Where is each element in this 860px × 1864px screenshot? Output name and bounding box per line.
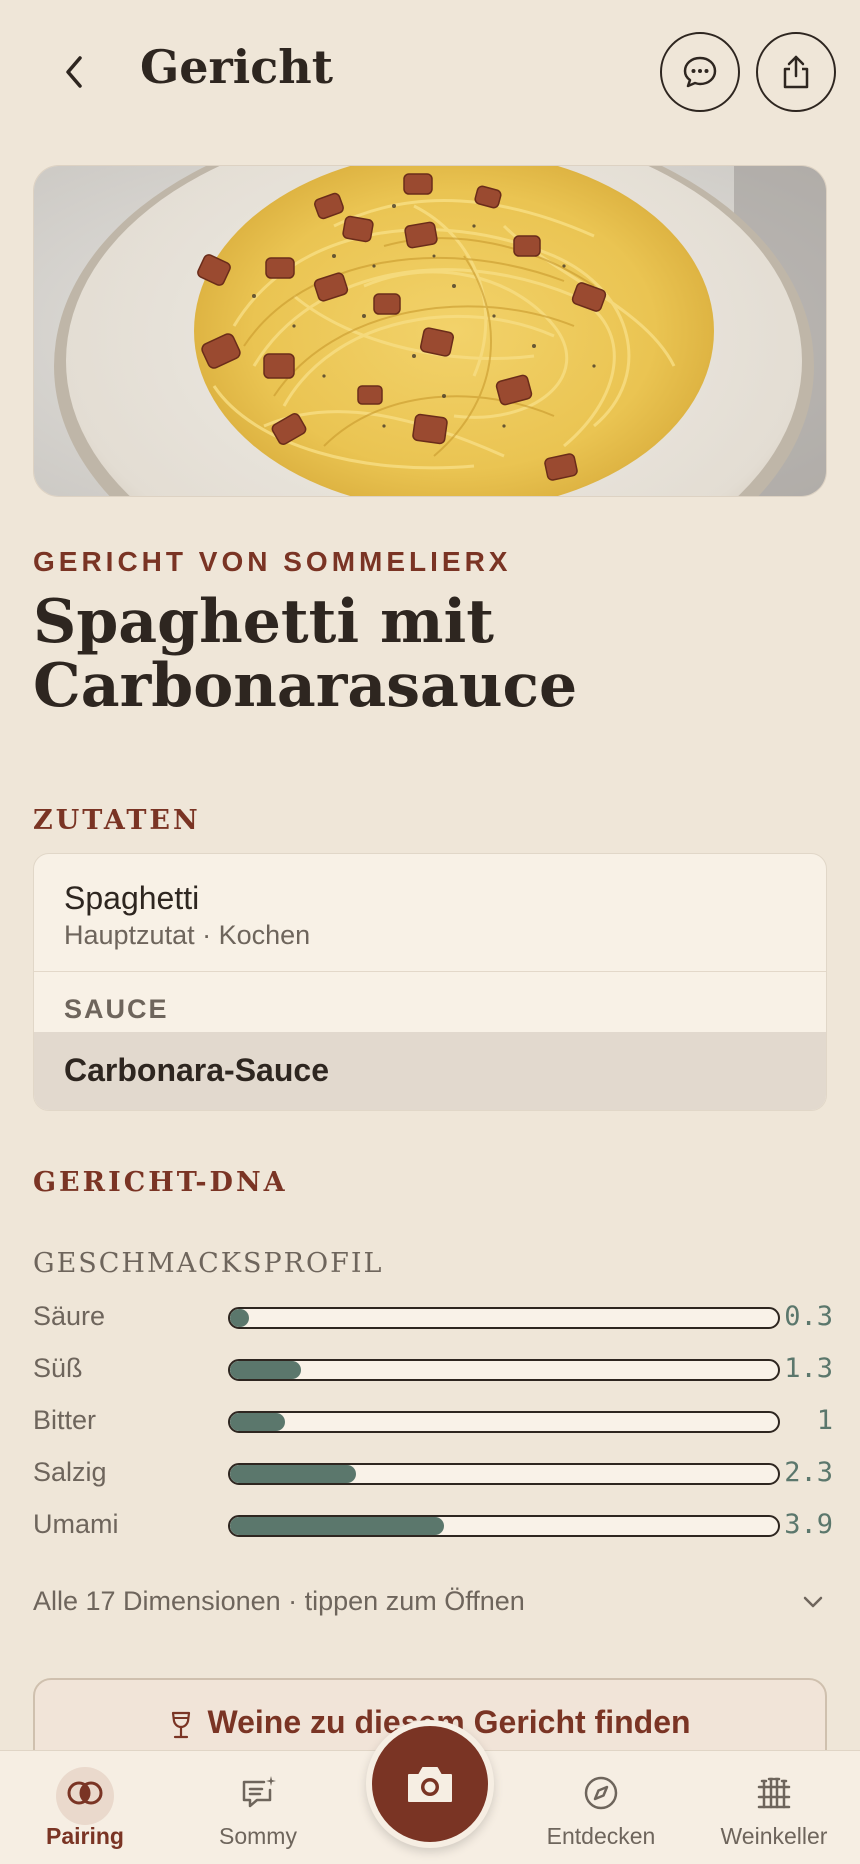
taste-bar: [228, 1359, 780, 1381]
taste-value: 1: [816, 1405, 833, 1436]
taste-name: Süß: [33, 1353, 83, 1383]
cellar-icon: [754, 1773, 794, 1813]
divider: [34, 971, 826, 972]
taste-bar: [228, 1515, 780, 1537]
main-ingredient-name: Spaghetti: [64, 880, 200, 916]
compass-icon: [581, 1773, 621, 1813]
taste-bar-fill: [230, 1309, 250, 1327]
dish-dna-heading: GERICHT-DNA: [33, 1167, 288, 1198]
pairing-icon: [65, 1773, 105, 1813]
taste-bar-fill: [230, 1465, 357, 1483]
taste-row-bitter: Bitter 1: [33, 1401, 833, 1441]
chat-bubble-icon: [683, 56, 717, 88]
share-button[interactable]: [756, 32, 836, 112]
ingredients-card: Spaghetti Hauptzutat · Kochen SAUCE Carb…: [33, 853, 827, 1111]
taste-row-umami: Umami 3.9: [33, 1505, 833, 1545]
ingredient-item-carbonara-sauce[interactable]: Carbonara-Sauce: [34, 1032, 826, 1110]
taste-bar-fill: [230, 1517, 444, 1535]
taste-value: 3.9: [784, 1509, 833, 1540]
ingredient-item-label: Carbonara-Sauce: [64, 1052, 329, 1088]
chat-button[interactable]: [660, 32, 740, 112]
dish-source-label: GERICHT VON SOMMELIERX: [33, 546, 512, 577]
taste-bar: [228, 1411, 780, 1433]
nav-label: Pairing: [46, 1823, 124, 1849]
taste-bar: [228, 1307, 780, 1329]
taste-profile-heading: GESCHMACKSPROFIL: [33, 1248, 384, 1279]
taste-row-suess: Süß 1.3: [33, 1349, 833, 1389]
taste-bar-fill: [230, 1413, 285, 1431]
nav-label: Entdecken: [546, 1823, 656, 1849]
expand-dimensions-toggle[interactable]: Alle 17 Dimensionen · tippen zum Öffnen: [33, 1582, 827, 1622]
header: Gericht: [0, 0, 860, 145]
dish-title: Spaghetti mit Carbonarasauce: [33, 587, 578, 721]
taste-row-salzig: Salzig 2.3: [33, 1453, 833, 1493]
taste-name: Umami: [33, 1509, 119, 1539]
nav-item-pairing[interactable]: Pairing: [5, 1751, 165, 1864]
taste-name: Säure: [33, 1301, 106, 1331]
ingredients-heading: ZUTATEN: [33, 805, 201, 836]
spaghetti-carbonara-illustration: [34, 166, 826, 496]
taste-bar: [228, 1463, 780, 1485]
taste-value: 2.3: [784, 1457, 833, 1488]
camera-button[interactable]: [366, 1720, 494, 1848]
chevron-down-icon: [803, 1596, 823, 1608]
chat-sparkle-icon: [238, 1773, 278, 1813]
taste-value: 1.3: [784, 1353, 833, 1384]
taste-bar-fill: [230, 1361, 302, 1379]
nav-label: Sommy: [219, 1823, 297, 1849]
wine-glass-icon: [172, 1711, 191, 1738]
chevron-left-icon: [66, 56, 82, 88]
nav-item-weinkeller[interactable]: Weinkeller: [694, 1751, 854, 1864]
ingredient-group-label: SAUCE: [64, 994, 169, 1024]
back-button[interactable]: [52, 44, 96, 100]
share-icon: [783, 55, 809, 89]
camera-icon: [408, 1767, 452, 1802]
nav-label: Weinkeller: [720, 1823, 828, 1849]
dish-image: [33, 165, 827, 497]
nav-item-sommy[interactable]: Sommy: [178, 1751, 338, 1864]
taste-value: 0.3: [784, 1301, 833, 1332]
expand-dimensions-label: Alle 17 Dimensionen · tippen zum Öffnen: [33, 1586, 525, 1616]
taste-row-saeure: Säure 0.3: [33, 1297, 833, 1337]
taste-name: Salzig: [33, 1457, 107, 1487]
nav-item-entdecken[interactable]: Entdecken: [521, 1751, 681, 1864]
page-title: Gericht: [140, 40, 333, 94]
taste-name: Bitter: [33, 1405, 97, 1435]
main-ingredient-detail: Hauptzutat · Kochen: [64, 920, 311, 950]
